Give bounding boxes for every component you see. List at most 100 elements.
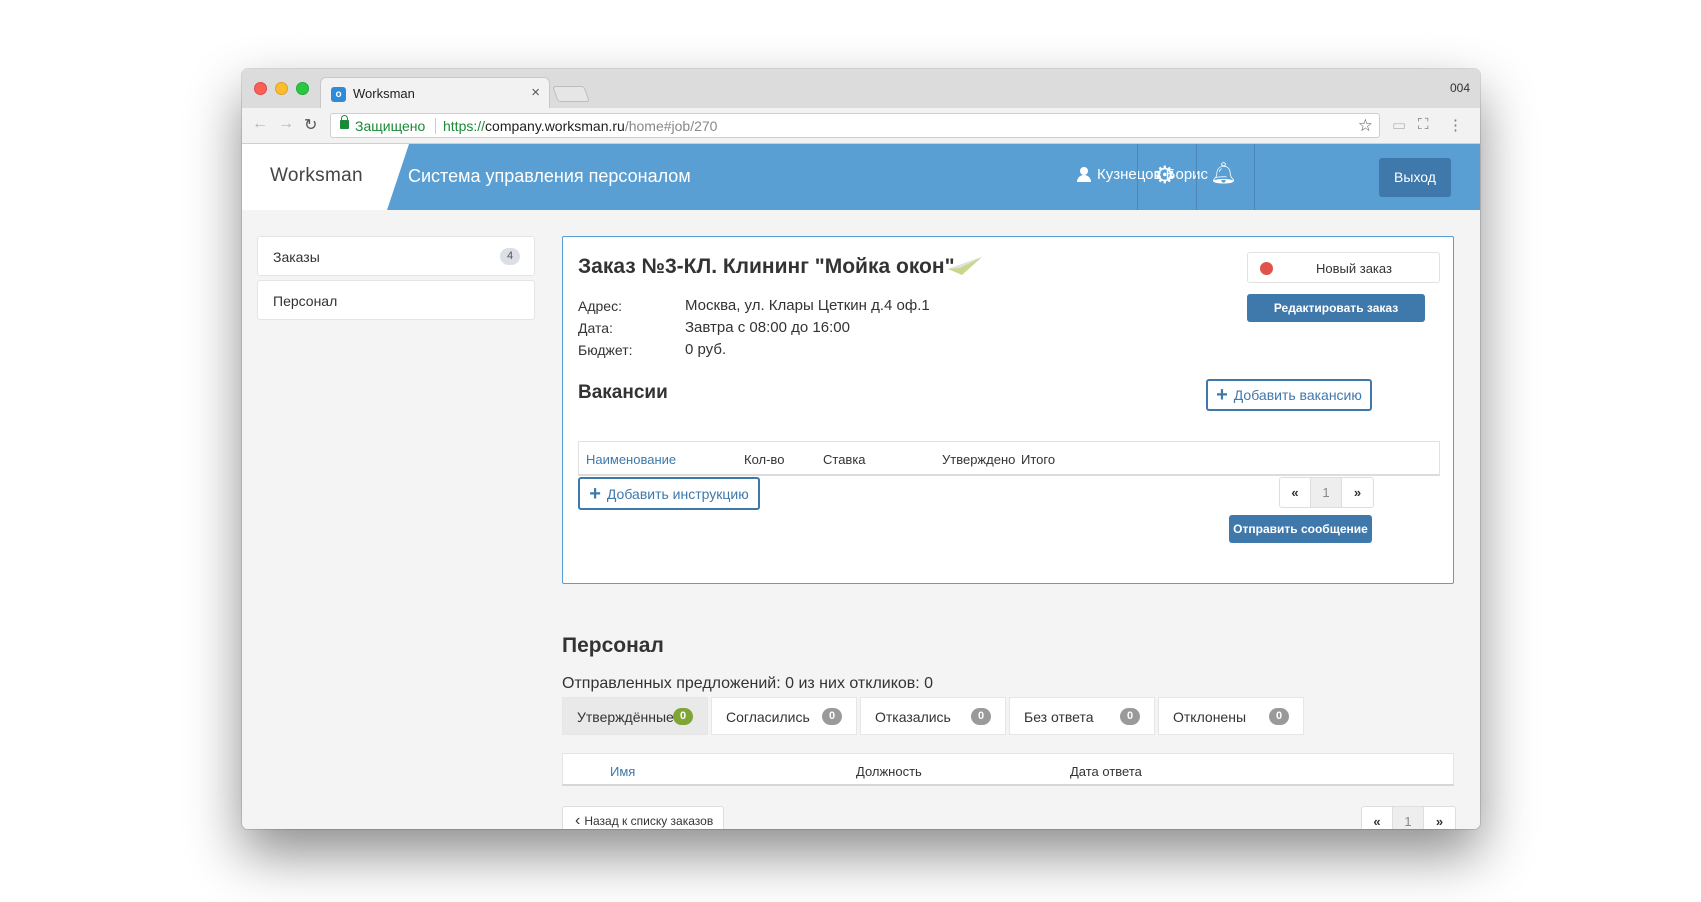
sidebar-item-orders[interactable]: Заказы 4 [257, 236, 535, 276]
gear-icon[interactable]: ⚙ [1154, 161, 1176, 190]
tab-approved[interactable]: Утверждённые 0 [562, 697, 708, 735]
tab-no-answer[interactable]: Без ответа 0 [1009, 697, 1155, 735]
title-bar: o Worksman × 004 [242, 69, 1480, 108]
send-message-button[interactable]: Отправить сообщение [1229, 515, 1372, 543]
column-name-sort[interactable]: Имя [610, 764, 635, 779]
browser-tab[interactable]: o Worksman × [320, 77, 550, 108]
brand-wedge [387, 144, 409, 210]
tab-count-badge: 0 [673, 708, 693, 725]
plus-icon: + [1216, 384, 1228, 406]
column-qty: Кол-во [744, 452, 785, 467]
logout-button[interactable]: Выход [1379, 158, 1451, 197]
address-value: Москва, ул. Клары Цеткин д.4 оф.1 [685, 297, 930, 314]
staff-title: Персонал [562, 634, 664, 657]
fullscreen-icon[interactable]: ⛶ [1418, 116, 1429, 133]
sidebar-item-label: Заказы [273, 249, 320, 265]
add-vacancy-label: Добавить вакансию [1233, 387, 1362, 403]
browser-window: o Worksman × 004 ← → ↻ Защищено https://… [242, 69, 1480, 829]
tab-close-icon[interactable]: × [531, 84, 540, 101]
header-divider [1137, 144, 1138, 210]
column-total: Итого [1021, 452, 1056, 467]
bookmark-star-icon[interactable]: ☆ [1358, 116, 1373, 136]
menu-dots-icon[interactable]: ⋮ [1448, 116, 1463, 134]
status-dot [1260, 262, 1273, 275]
paper-plane-icon [948, 257, 982, 275]
tab-count-badge: 0 [971, 708, 991, 725]
tab-count-badge: 0 [1269, 708, 1289, 725]
order-title: Заказ №3-КЛ. Клининг "Мойка окон" [578, 255, 955, 278]
close-window-button[interactable] [254, 82, 267, 95]
window-label: 004 [1449, 81, 1470, 95]
budget-value: 0 руб. [685, 341, 727, 358]
tab-label: Отклонены [1173, 709, 1247, 725]
next-page-button[interactable]: » [1424, 807, 1455, 829]
url-text: https://company.worksman.ru/home#job/270 [443, 118, 717, 134]
column-answer-date: Дата ответа [1070, 764, 1142, 779]
date-value: Завтра с 08:00 до 16:00 [685, 319, 850, 336]
tab-title: Worksman [353, 86, 415, 101]
minimize-window-button[interactable] [275, 82, 288, 95]
sidebar-item-label: Персонал [273, 293, 338, 309]
budget-label: Бюджет: [578, 342, 633, 358]
tab-rejected[interactable]: Отклонены 0 [1158, 697, 1304, 735]
main-content: Заказы 4 Персонал Заказ №3-КЛ. Клининг "… [242, 210, 1480, 829]
extension-icon[interactable]: ▭ [1392, 116, 1406, 134]
tab-refused[interactable]: Отказались 0 [860, 697, 1006, 735]
reload-icon[interactable]: ↻ [304, 115, 317, 135]
order-status[interactable]: Новый заказ [1247, 252, 1440, 283]
staff-table-header: Имя Должность Дата ответа [562, 753, 1454, 786]
status-text: Новый заказ [1316, 261, 1392, 276]
url-separator [435, 118, 436, 134]
next-page-button[interactable]: » [1342, 478, 1373, 507]
sidebar: Заказы 4 Персонал [257, 236, 535, 324]
url-path: /home#job/270 [624, 118, 718, 134]
app-header: Worksman Система управления персоналом К… [242, 144, 1480, 210]
sidebar-item-staff[interactable]: Персонал [257, 280, 535, 320]
brand-logo: Worksman [270, 165, 363, 186]
tab-label: Согласились [726, 709, 810, 725]
date-label: Дата: [578, 320, 613, 336]
forward-arrow-icon[interactable]: → [278, 115, 294, 133]
add-instruction-button[interactable]: + Добавить инструкцию [578, 477, 760, 510]
vacancies-pagination: « 1 » [1279, 477, 1374, 508]
header-divider [1254, 144, 1255, 210]
tab-count-badge: 0 [1120, 708, 1140, 725]
prev-page-button[interactable]: « [1362, 807, 1393, 829]
staff-pagination: « 1 » [1361, 806, 1456, 829]
page-number[interactable]: 1 [1393, 807, 1424, 829]
bell-icon[interactable]: 🔔︎ [1210, 162, 1237, 186]
address-bar[interactable]: Защищено https://company.worksman.ru/hom… [330, 113, 1380, 138]
edit-order-button[interactable]: Редактировать заказ [1247, 294, 1425, 322]
window-controls [254, 82, 309, 95]
user-menu[interactable]: Кузнецов Борис [1077, 166, 1208, 183]
favicon-icon: o [331, 87, 346, 102]
user-name: Кузнецов Борис [1097, 166, 1209, 183]
back-to-orders-button[interactable]: ‹ Назад к списку заказов [562, 806, 724, 829]
orders-count-badge: 4 [500, 248, 520, 265]
column-rate: Ставка [823, 452, 866, 467]
tab-label: Отказались [875, 709, 951, 725]
page-number[interactable]: 1 [1311, 478, 1342, 507]
browser-toolbar: ← → ↻ Защищено https://company.worksman.… [242, 108, 1480, 144]
order-card: Заказ №3-КЛ. Клининг "Мойка окон" Новый … [562, 236, 1454, 584]
prev-page-button[interactable]: « [1280, 478, 1311, 507]
staff-summary: Отправленных предложений: 0 из них откли… [562, 675, 934, 692]
user-icon [1077, 167, 1091, 182]
url-host: company.worksman.ru [485, 118, 625, 134]
tab-label: Без ответа [1024, 709, 1094, 725]
header-divider [1196, 144, 1197, 210]
back-label: Назад к списку заказов [584, 814, 714, 828]
new-tab-button[interactable] [552, 86, 590, 102]
lock-icon [340, 115, 349, 129]
url-scheme: https:// [443, 118, 486, 134]
column-approved: Утверждено [942, 452, 1016, 467]
add-vacancy-button[interactable]: + Добавить вакансию [1206, 379, 1372, 411]
tab-agreed[interactable]: Согласились 0 [711, 697, 857, 735]
add-instruction-label: Добавить инструкцию [606, 485, 749, 502]
maximize-window-button[interactable] [296, 82, 309, 95]
back-arrow-icon[interactable]: ← [252, 115, 268, 133]
column-name-sort[interactable]: Наименование [586, 452, 676, 467]
secure-label: Защищено [355, 118, 426, 134]
brand-block[interactable]: Worksman [242, 144, 387, 210]
app-title: Система управления персоналом [408, 166, 691, 186]
